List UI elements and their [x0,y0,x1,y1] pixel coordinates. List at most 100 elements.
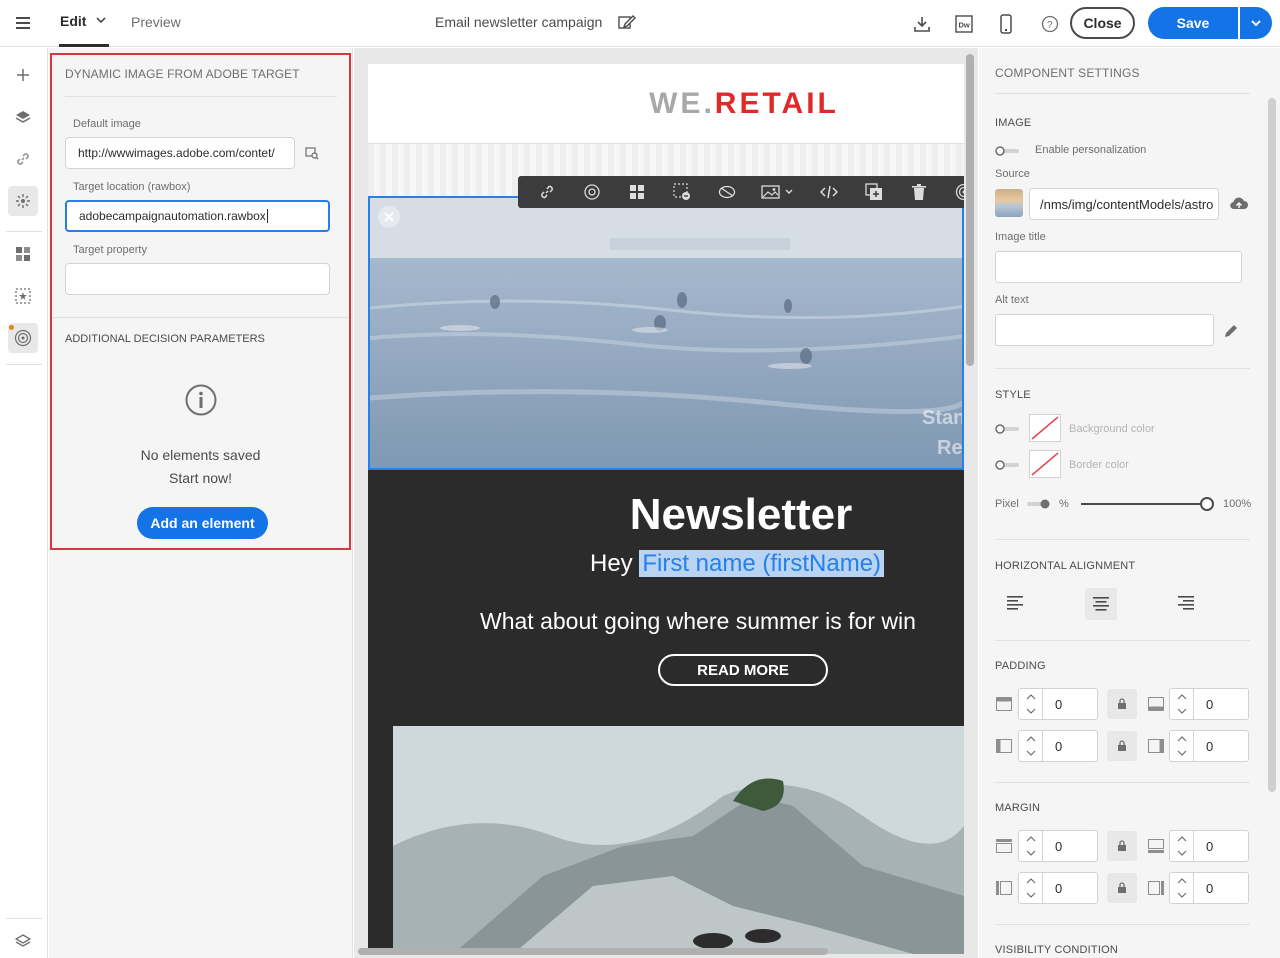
margin-top-stepper[interactable]: 0 [1018,830,1098,862]
delete-icon[interactable] [905,178,933,206]
info-icon [185,384,217,416]
align-center-icon[interactable] [1085,588,1117,620]
margin-left-value: 0 [1055,881,1063,896]
padding-top-icon [996,697,1012,711]
background-color-label: Background color [1069,423,1155,435]
add-element-button[interactable]: Add an element [137,507,268,539]
structure-grid-icon[interactable] [623,178,651,206]
source-thumbnail[interactable] [995,189,1023,217]
chevron-down-icon[interactable] [96,15,106,25]
alt-text-field[interactable] [995,314,1214,346]
align-right-icon[interactable] [1178,596,1194,610]
image-title-label: Image title [995,231,1046,243]
add-icon[interactable] [8,60,38,90]
padding-lock-icon[interactable] [1107,689,1137,719]
background-color-toggle[interactable] [995,424,1019,434]
default-image-field[interactable]: http://wwwimages.adobe.com/contet/ [65,137,295,169]
top-bar: Edit Preview Email newsletter campaign D… [0,0,1280,47]
border-color-toggle[interactable] [995,460,1019,470]
save-button[interactable]: Save [1148,7,1238,39]
browse-image-icon[interactable] [305,146,319,160]
dynamic-content-icon[interactable] [8,186,38,216]
newsletter-section[interactable]: Newsletter Hey First name (firstName) Wh… [368,470,964,954]
select-parent-icon[interactable] [950,178,964,206]
stepper-arrows-icon[interactable] [1019,689,1043,719]
mountain-photo[interactable] [393,726,964,954]
align-left-icon[interactable] [1007,596,1023,610]
settings-scrollbar[interactable] [1268,98,1276,792]
upload-cloud-icon[interactable] [1229,196,1249,212]
duplicate-icon[interactable] [860,178,888,206]
image-options-icon[interactable] [758,178,798,206]
divider [995,368,1250,369]
padding-lock-icon[interactable] [1107,731,1137,761]
read-more-button[interactable]: READ MORE [658,654,828,686]
download-icon[interactable] [910,12,934,36]
divider [995,93,1250,94]
padding-left-stepper[interactable]: 0 [1018,730,1098,762]
link-icon[interactable] [533,178,561,206]
unit-switch[interactable] [1027,499,1051,509]
unlink-icon[interactable] [713,178,741,206]
hamburger-menu-icon[interactable] [8,8,38,38]
email-preview: WE. RETAIL Stan Re Newsletter Hey First … [368,64,964,954]
stepper-arrows-icon[interactable] [1019,873,1043,903]
image-title-field[interactable] [995,251,1242,283]
save-options-chevron-icon[interactable] [1239,7,1272,39]
fragment-star-icon[interactable] [8,281,38,311]
stepper-arrows-icon[interactable] [1019,731,1043,761]
stepper-arrows-icon[interactable] [1170,689,1194,719]
stepper-arrows-icon[interactable] [1170,831,1194,861]
mobile-preview-icon[interactable] [994,12,1018,36]
padding-bottom-stepper[interactable]: 0 [1169,688,1249,720]
rail-divider [6,918,42,919]
margin-lock-icon[interactable] [1107,831,1137,861]
opacity-slider-handle[interactable] [1200,497,1214,511]
margin-bottom-stepper[interactable]: 0 [1169,830,1249,862]
tab-edit[interactable]: Edit [60,13,86,29]
margin-top-value: 0 [1055,839,1063,854]
target-icon[interactable] [578,178,606,206]
target-location-field[interactable]: adobecampaignautomation.rawbox [65,200,330,232]
margin-bottom-value: 0 [1206,839,1214,854]
code-icon[interactable] [815,178,843,206]
layers-icon[interactable] [8,102,38,132]
edit-title-icon[interactable] [618,13,636,31]
component-toolbar [518,176,964,208]
image-section-heading: IMAGE [995,117,1032,129]
stepper-arrows-icon[interactable] [1170,873,1194,903]
stepper-arrows-icon[interactable] [1170,731,1194,761]
help-icon[interactable]: ? [1038,12,1062,36]
link-icon[interactable] [8,144,38,174]
opacity-slider-track[interactable] [1081,503,1209,505]
canvas-vertical-scrollbar[interactable] [966,54,974,366]
source-field[interactable]: /nms/img/contentModels/astro [1029,188,1219,220]
hero-image-selected[interactable]: Stan Re [368,196,964,470]
first-name-personalization[interactable]: First name (firstName) [639,550,885,577]
padding-left-icon [996,739,1012,753]
structure-grid-icon[interactable] [8,239,38,269]
margin-lock-icon[interactable] [1107,873,1137,903]
canvas-horizontal-scrollbar[interactable] [358,948,828,955]
divider [995,640,1250,641]
stepper-arrows-icon[interactable] [1019,831,1043,861]
pencil-edit-icon[interactable] [1223,323,1239,339]
border-color-swatch[interactable] [1029,450,1061,478]
close-button[interactable]: Close [1070,7,1135,39]
tagline: What about going where summer is for win [480,608,916,634]
tab-preview[interactable]: Preview [131,14,181,30]
margin-left-stepper[interactable]: 0 [1018,872,1098,904]
padding-top-stepper[interactable]: 0 [1018,688,1098,720]
margin-right-stepper[interactable]: 0 [1169,872,1249,904]
remove-fragment-icon[interactable] [668,178,696,206]
padding-right-stepper[interactable]: 0 [1169,730,1249,762]
pixel-label: Pixel [995,498,1019,510]
personalization-toggle[interactable] [995,146,1019,156]
background-color-swatch[interactable] [1029,414,1061,442]
padding-section-heading: PADDING [995,660,1046,672]
target-property-label: Target property [73,244,147,256]
close-icon[interactable] [378,206,400,228]
dreamweaver-icon[interactable]: Dw [952,12,976,36]
layers-bottom-icon[interactable] [8,926,38,956]
target-property-field[interactable] [65,263,330,295]
